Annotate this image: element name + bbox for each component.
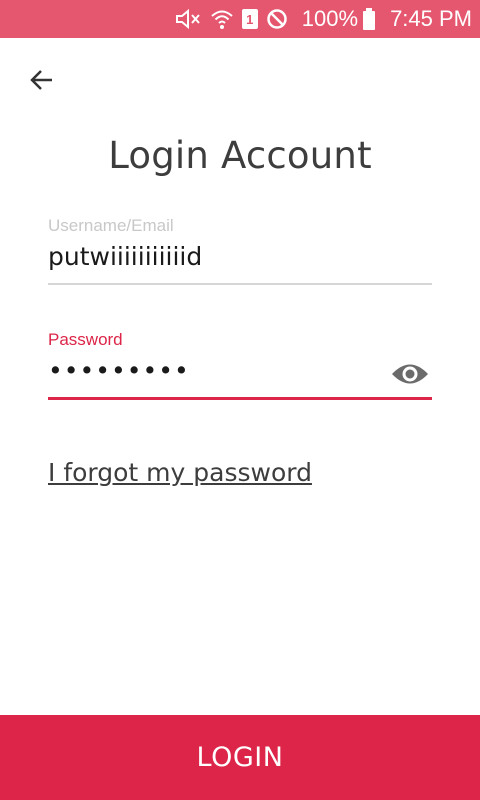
login-button[interactable]: LOGIN xyxy=(0,715,480,800)
password-field-group: Password xyxy=(48,330,432,400)
username-input[interactable] xyxy=(48,242,432,285)
forgot-password-link[interactable]: I forgot my password xyxy=(48,458,312,487)
sim-slot-badge: 1 xyxy=(241,9,258,29)
password-visibility-toggle[interactable] xyxy=(388,356,432,392)
battery-percent: 100% xyxy=(301,6,359,31)
username-field-group: Username/Email xyxy=(48,216,432,285)
mute-icon xyxy=(174,0,202,38)
do-not-disturb-icon xyxy=(266,0,288,38)
login-screen: 1 100% 7:45 PM Login Account Username/Em… xyxy=(0,0,480,800)
wifi-icon xyxy=(210,0,234,38)
clock: 7:45 PM xyxy=(390,6,472,31)
page-title: Login Account xyxy=(108,134,372,177)
sim-icon: 1 xyxy=(241,0,258,38)
username-label: Username/Email xyxy=(48,216,174,235)
back-button[interactable] xyxy=(24,62,60,98)
password-label: Password xyxy=(48,330,123,349)
battery-icon xyxy=(362,0,376,38)
status-bar: 1 100% 7:45 PM xyxy=(0,0,480,38)
eye-icon xyxy=(392,364,428,384)
password-input[interactable] xyxy=(48,356,432,400)
arrow-left-icon xyxy=(30,70,52,90)
